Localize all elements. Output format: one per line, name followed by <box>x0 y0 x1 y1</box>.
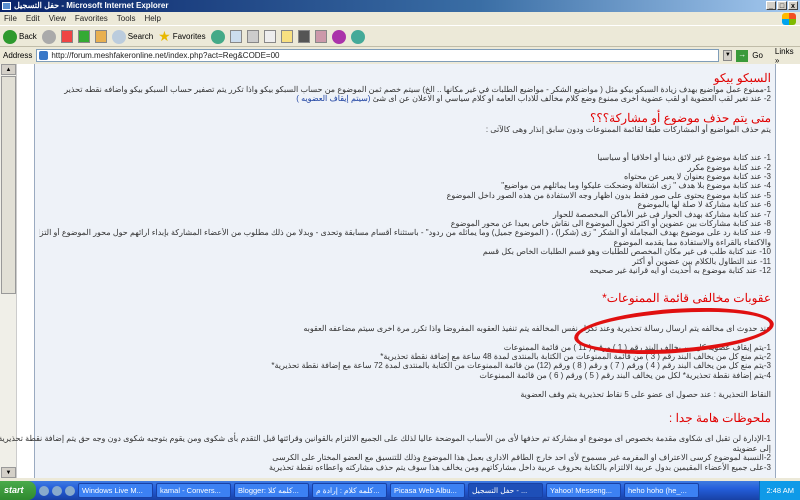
scroll-up-button[interactable]: ▲ <box>1 64 16 75</box>
task-registration-ie[interactable]: حفل التسجيل - ... <box>468 483 543 498</box>
menu-favorites[interactable]: Favorites <box>75 12 108 25</box>
scroll-thumb[interactable] <box>1 76 16 294</box>
warning-points-note: النقاط التحذيرية : عند حصول اى عضو على 5… <box>520 389 771 399</box>
address-label: Address <box>3 51 33 60</box>
section-important-notes: ملحوظات هامة جدا : 1-الإدارة لن تقبل اى … <box>0 411 771 472</box>
rule-line: والاكتفاء بالقراءة والاستفادة مما يقدمه … <box>613 237 771 247</box>
rule-line: 1- عند كتابة موضوع غير لائق دينيا أو اخل… <box>597 153 771 163</box>
section-deletion: متى يتم حذف موضوع أو مشاركة؟؟؟ يتم حذف ا… <box>39 111 771 275</box>
ie-quicklaunch-icon[interactable] <box>39 485 49 496</box>
title-bar: حفل التسجيل - Microsoft Internet Explore… <box>0 0 800 12</box>
clock: 2:48 AM <box>766 486 794 495</box>
refresh-button[interactable] <box>77 30 90 43</box>
windows-logo-icon <box>782 13 796 25</box>
system-tray: 2:48 AM <box>759 481 800 500</box>
note-line: 1-الإدارة لن تقبل اى شكاوى مقدمة بخصوص ا… <box>0 434 771 444</box>
task-picasa[interactable]: Picasa Web Albu... <box>390 483 465 498</box>
rule-line: 5- عند كتابة موضوع يحتوى على صور فقط بدو… <box>446 190 771 200</box>
k-button[interactable] <box>297 30 310 43</box>
browser-quicklaunch-icon[interactable] <box>65 485 75 496</box>
suspension-link[interactable]: (سيتم إيقاف العضويه ) <box>296 94 370 103</box>
ie-icon <box>2 2 11 10</box>
go-button[interactable]: Go <box>752 51 763 60</box>
star-icon: ★ <box>158 28 171 44</box>
research-button[interactable] <box>314 30 327 43</box>
menu-view[interactable]: View <box>49 12 66 25</box>
section-title: السبكو بيكو <box>713 71 771 85</box>
minimize-button[interactable]: _ <box>766 1 776 10</box>
rule-line: 3-يتم منع كل من يخالف البند رقم ( 4 ) ور… <box>271 361 771 371</box>
rule-line: 10- عند كتابة طلب فى غير مكان المخصص للط… <box>482 247 771 257</box>
history-button[interactable] <box>210 29 225 44</box>
section-intro: يتم حذف المواضيع أو المشاركات طبقا لقائم… <box>485 125 771 134</box>
section-title: عقوبات مخالفى قائمة الممنوعات* <box>602 291 771 305</box>
search-icon <box>111 29 126 44</box>
links-button[interactable]: Links » <box>775 47 800 65</box>
rule-line: 3- عند كتابة موضوع بعنوان لا يعبر عن محت… <box>623 172 771 181</box>
note-line: 3-على جميع الأعضاء المقيمين بدول عربية ا… <box>269 462 771 472</box>
scroll-down-button[interactable]: ▼ <box>1 467 16 478</box>
close-button[interactable]: x <box>788 1 798 10</box>
vertical-scrollbar[interactable]: ▲ ▼ <box>0 64 17 478</box>
home-button[interactable] <box>94 30 107 43</box>
rule-line: 9- عند كتابة رد على موضوع بهدف المجاملة … <box>39 228 771 238</box>
menu-tools[interactable]: Tools <box>117 12 136 25</box>
task-kamal-conversation[interactable]: kamal - Convers... <box>156 483 231 498</box>
print-button[interactable] <box>246 30 259 43</box>
address-bar: Address http://forum.meshfakeronline.net… <box>0 47 800 65</box>
go-arrow-icon[interactable]: → <box>736 49 749 62</box>
menu-edit[interactable]: Edit <box>26 12 40 25</box>
rule-line: 2- عند تغير لقب العضوية او لقب عضوية اخر… <box>372 94 771 104</box>
rule-line: 12- عند كتابة موضوع به أحديث او ايه قران… <box>589 266 772 276</box>
task-blogger[interactable]: Blogger: كلمه كلا... <box>234 483 309 498</box>
menu-help[interactable]: Help <box>144 12 160 25</box>
section-title: متى يتم حذف موضوع أو مشاركة؟؟؟ <box>590 111 771 125</box>
rule-line: 8- عند كتابة مشاركات بين عضوين أو اكثر ت… <box>450 219 771 229</box>
section-sebko-beko: السبكو بيكو 1-ممنوع عمل مواضيع بهدف زياد… <box>39 71 771 104</box>
back-arrow-icon <box>3 29 17 44</box>
rule-line: 7- عند كتابة مشاركة بهدف الحوار فى غير ا… <box>552 209 771 219</box>
note-line: إلى عضويته <box>732 443 771 453</box>
address-input[interactable]: http://forum.meshfakeronline.net/index.p… <box>36 49 720 62</box>
msn-messenger-button[interactable] <box>350 29 365 44</box>
forward-button[interactable] <box>41 29 56 44</box>
window-title: حفل التسجيل - Microsoft Internet Explore… <box>14 1 169 10</box>
edit-button[interactable] <box>263 30 276 43</box>
page-icon <box>39 51 49 60</box>
mail-button[interactable] <box>229 30 242 43</box>
favorites-button[interactable]: ★ Favorites <box>158 28 205 45</box>
maximize-button[interactable]: □ <box>777 1 787 10</box>
task-windows-live[interactable]: Windows Live M... <box>78 483 153 498</box>
page-viewport: ▲ ▼ السبكو بيكو 1-ممنوع عمل مواضيع بهدف … <box>0 64 800 478</box>
section-title: ملحوظات هامة جدا : <box>668 411 771 425</box>
rules-content: السبكو بيكو 1-ممنوع عمل مواضيع بهدف زياد… <box>0 64 776 478</box>
stop-button[interactable] <box>60 30 73 43</box>
address-dropdown[interactable]: ▼ <box>723 50 733 61</box>
rule-line: 1-ممنوع عمل مواضيع بهدف زيادة السبكو بيك… <box>64 85 771 94</box>
task-yahoo-messenger[interactable]: Yahoo! Messeng... <box>546 483 621 498</box>
rule-line: 6- عند كتابة مشاركة لا صلة لها بالموضوع <box>637 200 771 210</box>
rule-line: 11- عند التطاول بالكلام بين عضوين أو أكث… <box>632 256 771 266</box>
rule-line: 4-يتم إضافة نقطة تحذيرية* لكل من يخالف ا… <box>479 370 771 380</box>
start-button[interactable]: start <box>0 481 36 500</box>
yahoo-messenger-button[interactable] <box>331 29 346 44</box>
rule-line: 4- عند كتابة موضوع بلا هدف " زى اشتغالة … <box>501 181 771 191</box>
taskbar: start Windows Live M... kamal - Convers.… <box>0 481 800 500</box>
task-heho-hoho[interactable]: heho hoho (he_... <box>624 483 699 498</box>
menu-bar: File Edit View Favorites Tools Help <box>0 12 800 26</box>
task-kelma[interactable]: كلمه كلام : إرادة م... <box>312 483 387 498</box>
media-quicklaunch-icon[interactable] <box>52 485 62 496</box>
menu-file[interactable]: File <box>4 12 17 25</box>
back-button[interactable]: Back <box>3 29 37 44</box>
search-button[interactable]: Search <box>111 29 153 44</box>
notes-button[interactable] <box>280 30 293 43</box>
note-line: 2-النسبة لموضوع كرسى الاعتراف او المفرمه… <box>272 453 771 463</box>
toolbar: Back Search ★ Favorites <box>0 27 800 47</box>
rule-line: 2- عند كتابة موضوع مكرر <box>687 162 771 172</box>
